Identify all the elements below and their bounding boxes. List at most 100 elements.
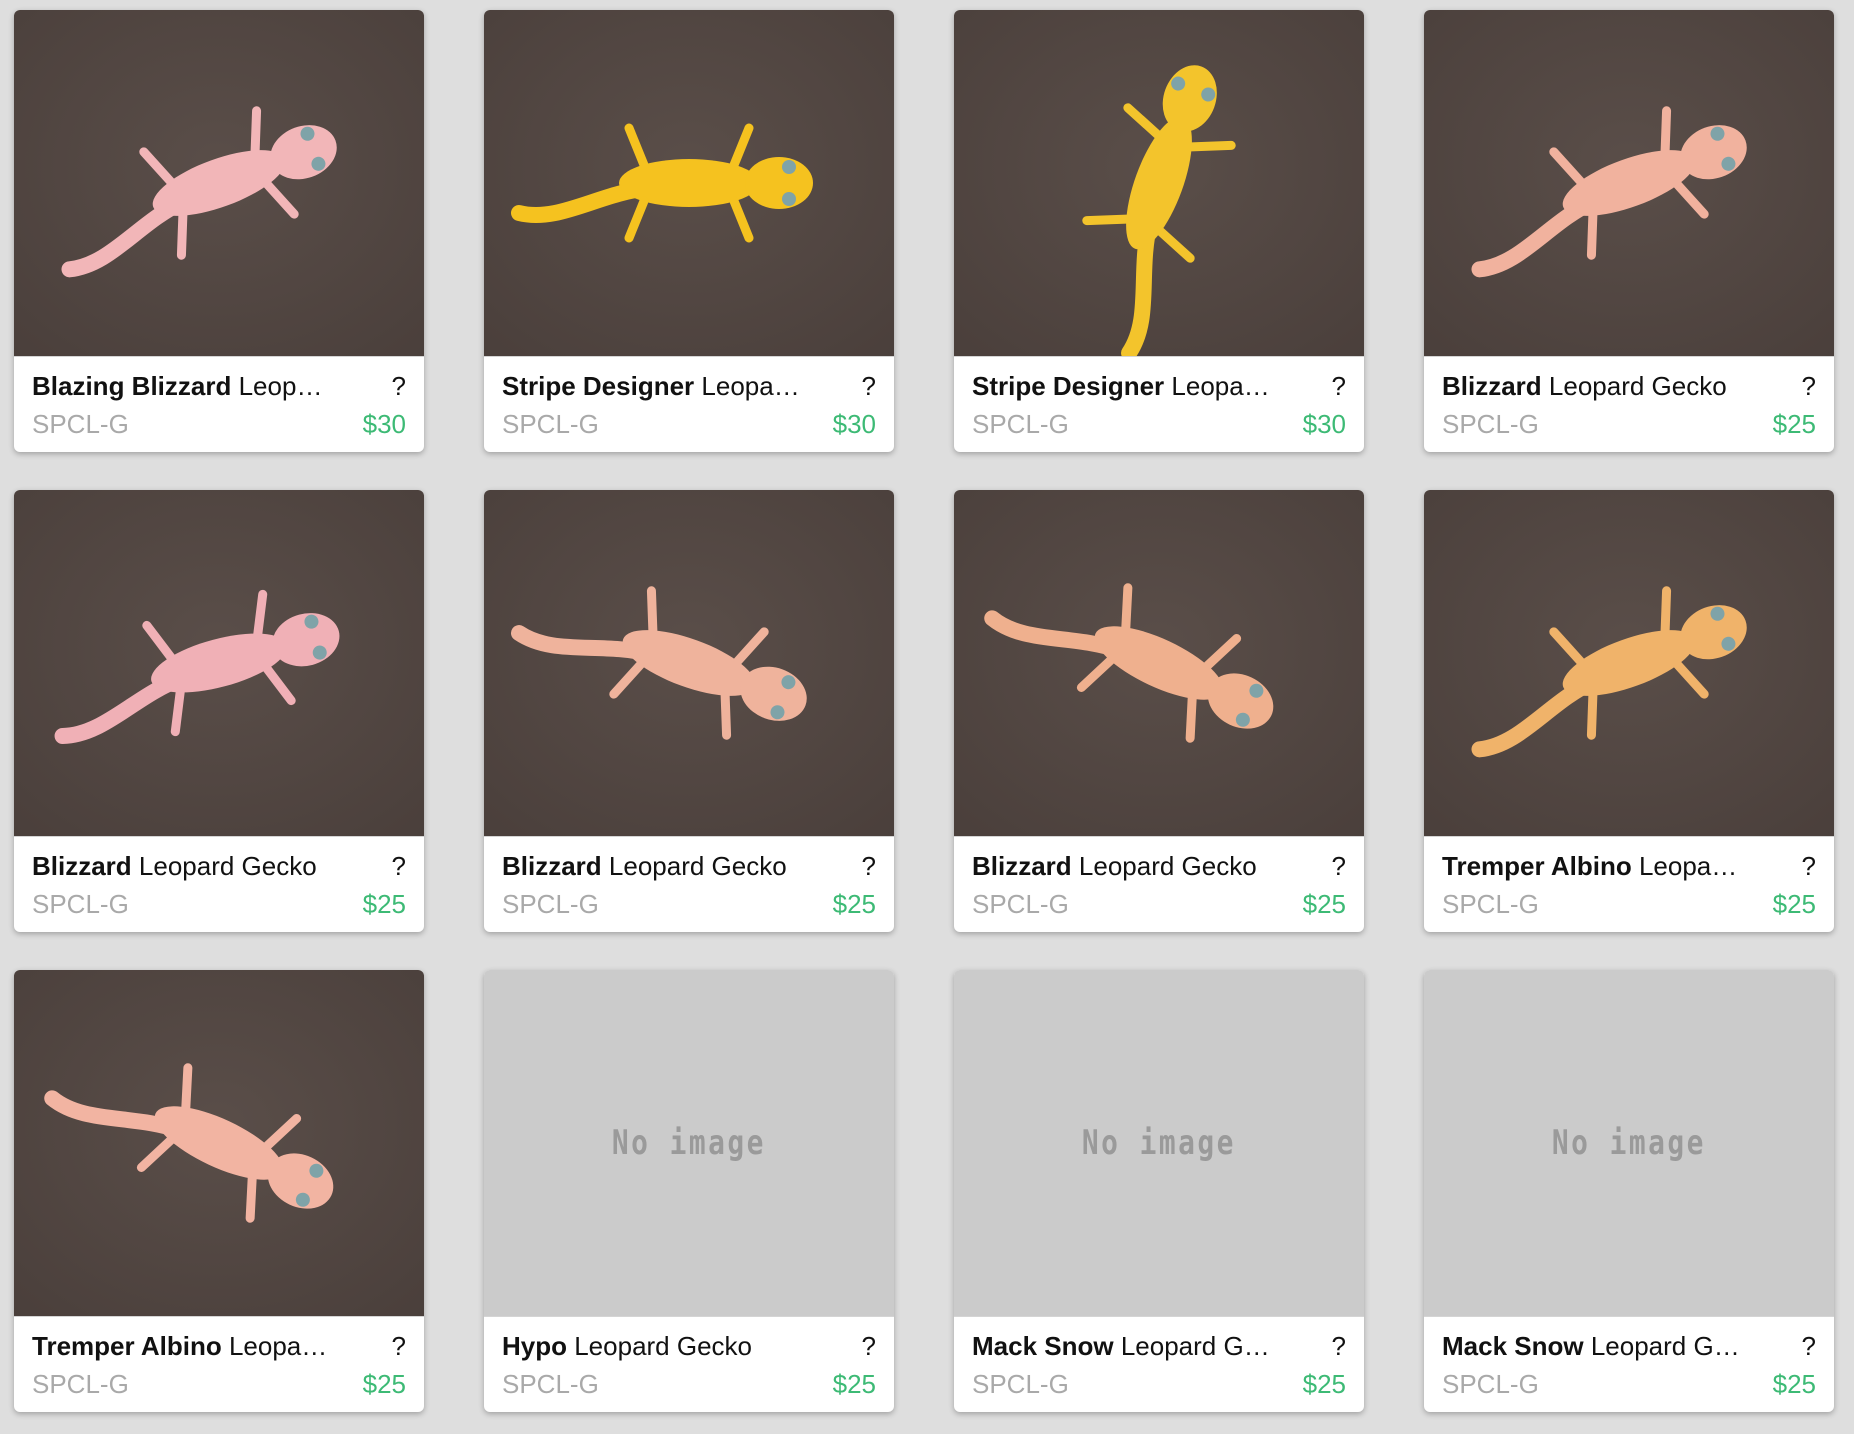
product-card[interactable]: No image Hypo Leopard Gecko ? SPCL-G $25 (484, 970, 894, 1412)
product-price: $30 (1302, 409, 1346, 439)
gecko-photo[interactable] (484, 490, 894, 836)
no-image-placeholder[interactable]: No image (954, 970, 1364, 1316)
gecko-photo[interactable] (954, 10, 1364, 356)
product-info: Mack Snow Leopard Gecko ? SPCL-G $25 (954, 1316, 1364, 1412)
product-morph: Blazing Blizzard (32, 371, 232, 401)
product-species: Leopard Gecko (1541, 371, 1727, 401)
product-morph: Blizzard (502, 851, 602, 881)
product-title[interactable]: Blazing Blizzard Leopard Gecko (32, 369, 332, 403)
product-card[interactable]: Blizzard Leopard Gecko ? SPCL-G $25 (14, 490, 424, 932)
product-title[interactable]: Blizzard Leopard Gecko (972, 849, 1272, 883)
help-icon[interactable]: ? (1332, 369, 1346, 403)
product-species: Leopard Gecko (701, 371, 802, 401)
product-species: Leopard Gecko (1120, 1331, 1272, 1361)
product-card[interactable]: No image Mack Snow Leopard Gecko ? SPCL-… (954, 970, 1364, 1412)
product-price: $25 (832, 1369, 876, 1399)
no-image-text: No image (1082, 1123, 1236, 1163)
product-info: Stripe Designer Leopard Gecko ? SPCL-G $… (954, 356, 1364, 452)
product-species: Leopard Gecko (601, 851, 787, 881)
product-card[interactable]: No image Mack Snow Leopard Gecko ? SPCL-… (1424, 970, 1834, 1412)
product-title[interactable]: Tremper Albino Leopard Gecko (32, 1329, 332, 1363)
product-title[interactable]: Blizzard Leopard Gecko (1442, 369, 1742, 403)
gecko-photo[interactable] (14, 970, 424, 1316)
product-morph: Tremper Albino (1442, 851, 1632, 881)
product-card[interactable]: Blizzard Leopard Gecko ? SPCL-G $25 (484, 490, 894, 932)
product-price: $25 (1772, 889, 1816, 919)
product-title[interactable]: Mack Snow Leopard Gecko (1442, 1329, 1742, 1363)
product-info: Blizzard Leopard Gecko ? SPCL-G $25 (484, 836, 894, 932)
product-info: Tremper Albino Leopard Gecko ? SPCL-G $2… (14, 1316, 424, 1412)
help-icon[interactable]: ? (392, 1329, 406, 1363)
product-code: SPCL-G (502, 409, 599, 439)
product-info: Blizzard Leopard Gecko ? SPCL-G $25 (954, 836, 1364, 932)
product-price: $30 (362, 409, 406, 439)
product-title[interactable]: Stripe Designer Leopard Gecko (972, 369, 1272, 403)
product-card[interactable]: Stripe Designer Leopard Gecko ? SPCL-G $… (954, 10, 1364, 452)
product-morph: Mack Snow (1442, 1331, 1584, 1361)
product-code: SPCL-G (1442, 1369, 1539, 1399)
product-title[interactable]: Tremper Albino Leopard Gecko (1442, 849, 1742, 883)
no-image-placeholder[interactable]: No image (1424, 970, 1834, 1316)
help-icon[interactable]: ? (862, 1329, 876, 1363)
product-title[interactable]: Hypo Leopard Gecko (502, 1329, 802, 1363)
no-image-text: No image (1552, 1123, 1706, 1163)
product-code: SPCL-G (1442, 889, 1539, 919)
product-code: SPCL-G (502, 889, 599, 919)
product-card[interactable]: Tremper Albino Leopard Gecko ? SPCL-G $2… (1424, 490, 1834, 932)
product-species: Leopard Gecko (131, 851, 317, 881)
product-morph: Mack Snow (972, 1331, 1114, 1361)
product-info: Blizzard Leopard Gecko ? SPCL-G $25 (1424, 356, 1834, 452)
product-code: SPCL-G (972, 409, 1069, 439)
product-code: SPCL-G (1442, 409, 1539, 439)
no-image-placeholder[interactable]: No image (484, 970, 894, 1316)
product-morph: Stripe Designer (972, 371, 1165, 401)
gecko-photo[interactable] (484, 10, 894, 356)
help-icon[interactable]: ? (1332, 849, 1346, 883)
help-icon[interactable]: ? (392, 369, 406, 403)
product-title[interactable]: Blizzard Leopard Gecko (502, 849, 802, 883)
product-card[interactable]: Tremper Albino Leopard Gecko ? SPCL-G $2… (14, 970, 424, 1412)
no-image-text: No image (612, 1123, 766, 1163)
product-price: $25 (362, 1369, 406, 1399)
product-code: SPCL-G (32, 1369, 129, 1399)
product-price: $25 (832, 889, 876, 919)
product-species: Leopard Gecko (1171, 371, 1272, 401)
product-card[interactable]: Blazing Blizzard Leopard Gecko ? SPCL-G … (14, 10, 424, 452)
product-species: Leopard Gecko (1071, 851, 1257, 881)
product-morph: Hypo (502, 1331, 567, 1361)
product-code: SPCL-G (972, 1369, 1069, 1399)
product-species: Leopard Gecko (1590, 1331, 1742, 1361)
product-grid: Blazing Blizzard Leopard Gecko ? SPCL-G … (14, 10, 1834, 1412)
product-price: $30 (832, 409, 876, 439)
help-icon[interactable]: ? (392, 849, 406, 883)
gecko-photo[interactable] (14, 490, 424, 836)
product-info: Stripe Designer Leopard Gecko ? SPCL-G $… (484, 356, 894, 452)
help-icon[interactable]: ? (862, 849, 876, 883)
product-morph: Tremper Albino (32, 1331, 222, 1361)
gecko-photo[interactable] (14, 10, 424, 356)
product-info: Mack Snow Leopard Gecko ? SPCL-G $25 (1424, 1316, 1834, 1412)
gecko-photo[interactable] (954, 490, 1364, 836)
product-info: Blizzard Leopard Gecko ? SPCL-G $25 (14, 836, 424, 932)
help-icon[interactable]: ? (1332, 1329, 1346, 1363)
help-icon[interactable]: ? (862, 369, 876, 403)
product-price: $25 (362, 889, 406, 919)
product-title[interactable]: Blizzard Leopard Gecko (32, 849, 332, 883)
product-species: Leopard Gecko (228, 1331, 332, 1361)
help-icon[interactable]: ? (1802, 849, 1816, 883)
product-card[interactable]: Blizzard Leopard Gecko ? SPCL-G $25 (1424, 10, 1834, 452)
help-icon[interactable]: ? (1802, 1329, 1816, 1363)
product-price: $25 (1302, 889, 1346, 919)
product-card[interactable]: Stripe Designer Leopard Gecko ? SPCL-G $… (484, 10, 894, 452)
product-code: SPCL-G (32, 409, 129, 439)
product-info: Hypo Leopard Gecko ? SPCL-G $25 (484, 1316, 894, 1412)
product-species: Leopard Gecko (567, 1331, 753, 1361)
help-icon[interactable]: ? (1802, 369, 1816, 403)
gecko-photo[interactable] (1424, 10, 1834, 356)
product-title[interactable]: Mack Snow Leopard Gecko (972, 1329, 1272, 1363)
gecko-photo[interactable] (1424, 490, 1834, 836)
product-card[interactable]: Blizzard Leopard Gecko ? SPCL-G $25 (954, 490, 1364, 932)
product-price: $25 (1772, 409, 1816, 439)
product-code: SPCL-G (32, 889, 129, 919)
product-title[interactable]: Stripe Designer Leopard Gecko (502, 369, 802, 403)
